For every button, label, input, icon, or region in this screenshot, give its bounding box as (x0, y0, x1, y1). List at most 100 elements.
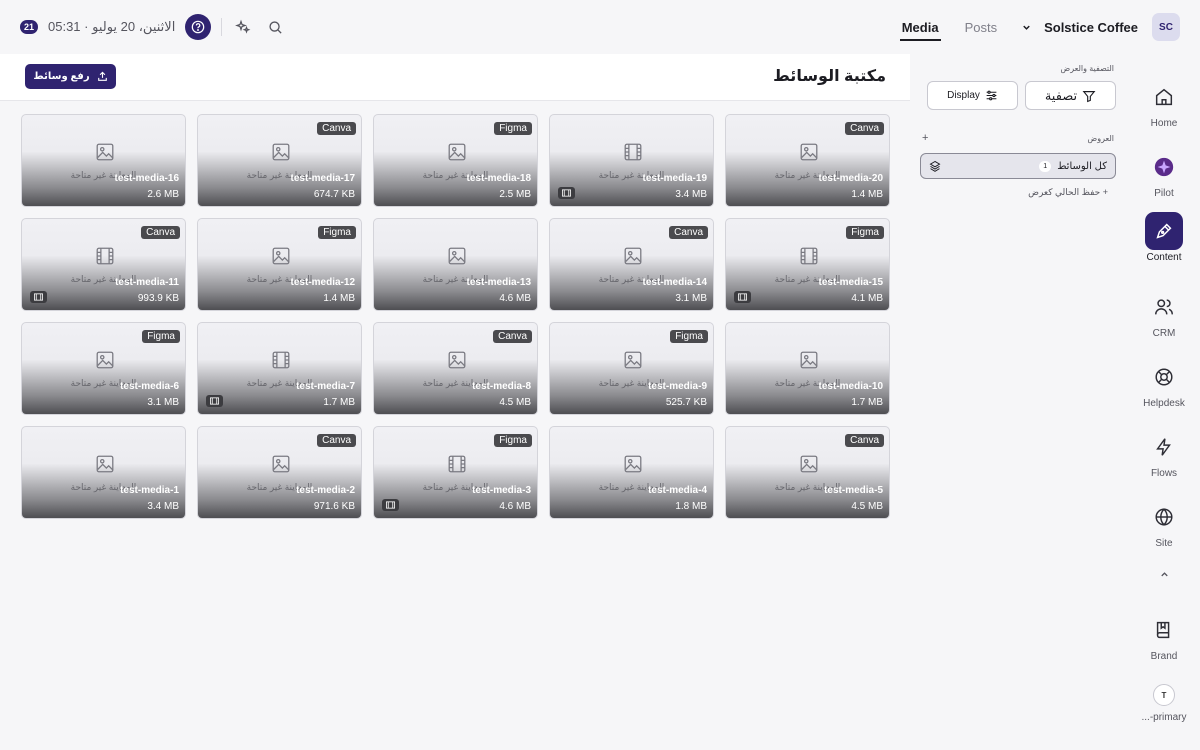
nav-collapse-toggle[interactable] (1128, 564, 1200, 584)
nav-item-flows[interactable]: Flows (1128, 428, 1200, 479)
view-count-badge: 1 (1039, 160, 1052, 172)
sliders-icon (986, 90, 997, 101)
media-card[interactable]: المعاينة غير متاحة test-media-4 1.8 MB (549, 426, 714, 519)
nav-item-pilot[interactable]: Pilot (1128, 148, 1200, 199)
source-badge: Figma (846, 226, 884, 239)
media-card[interactable]: Figma المعاينة غير متاحة test-media-15 4… (725, 218, 890, 311)
media-card[interactable]: المعاينة غير متاحة test-media-16 2.6 MB (21, 114, 186, 207)
date-time-text: الاثنين، 20 يوليو · 05:31 (48, 19, 176, 34)
media-card[interactable]: المعاينة غير متاحة test-media-13 4.6 MB (373, 218, 538, 311)
media-card[interactable]: المعاينة غير متاحة test-media-1 3.4 MB (21, 426, 186, 519)
upload-media-button[interactable]: رفع وسائط (25, 64, 116, 89)
chevron-down-icon[interactable] (1021, 22, 1032, 33)
media-card[interactable]: Figma المعاينة غير متاحة test-media-12 1… (197, 218, 362, 311)
filter-panel: التصفية والعرض تصفية Display العروض + كل… (920, 64, 1116, 198)
source-badge: Figma (318, 226, 356, 239)
media-size: 3.4 MB (147, 501, 179, 512)
source-badge: Canva (669, 226, 708, 239)
tab-media[interactable]: Media (899, 16, 941, 41)
workspace-avatar[interactable]: SC (1152, 13, 1180, 41)
video-placeholder-icon (270, 349, 292, 371)
image-placeholder-icon (270, 141, 292, 163)
home-icon (1155, 88, 1173, 106)
media-size: 971.6 KB (313, 501, 355, 512)
divider (221, 18, 223, 36)
content-icon (1156, 223, 1172, 239)
nav-item-helpdesk[interactable]: Helpdesk (1128, 358, 1200, 409)
filter-button[interactable]: تصفية (1025, 81, 1116, 110)
pilot-icon (1154, 157, 1174, 177)
view-item-all-media[interactable]: كل الوسائط 1 (920, 153, 1116, 179)
media-name: test-media-2 (296, 485, 355, 496)
media-name: test-media-16 (114, 173, 179, 184)
source-badge: Canva (845, 434, 884, 447)
media-name: test-media-6 (120, 381, 179, 392)
filter-icon (1082, 90, 1096, 102)
media-card[interactable]: Figma المعاينة غير متاحة test-media-18 2… (373, 114, 538, 207)
media-name: test-media-8 (472, 381, 531, 392)
source-badge: Canva (317, 122, 356, 135)
workspace-name[interactable]: Solstice Coffee (1044, 20, 1138, 35)
media-card[interactable]: Canva المعاينة غير متاحة test-media-2 97… (197, 426, 362, 519)
media-name: test-media-3 (472, 485, 531, 496)
image-placeholder-icon (622, 453, 644, 475)
tab-posts[interactable]: Posts (963, 16, 1000, 39)
user-label: ...-primary (1141, 712, 1187, 723)
media-card[interactable]: Canva المعاينة غير متاحة test-media-5 4.… (725, 426, 890, 519)
media-size: 3.1 MB (675, 293, 707, 304)
display-button[interactable]: Display (927, 81, 1018, 110)
image-placeholder-icon (446, 141, 468, 163)
nav-item-home[interactable]: Home (1128, 78, 1200, 129)
upload-button-label: رفع وسائط (33, 71, 90, 82)
nav-item-crm[interactable]: CRM (1128, 288, 1200, 339)
media-size: 4.1 MB (851, 293, 883, 304)
media-card[interactable]: Canva المعاينة غير متاحة test-media-14 3… (549, 218, 714, 311)
nav-item-brand[interactable]: Brand (1128, 611, 1200, 662)
media-card[interactable]: Figma المعاينة غير متاحة test-media-9 52… (549, 322, 714, 415)
image-placeholder-icon (622, 349, 644, 371)
media-card[interactable]: Figma المعاينة غير متاحة test-media-3 4.… (373, 426, 538, 519)
media-name: test-media-14 (642, 277, 707, 288)
media-card[interactable]: Canva المعاينة غير متاحة test-media-17 6… (197, 114, 362, 207)
media-size: 1.7 MB (323, 397, 355, 408)
source-badge: Canva (845, 122, 884, 135)
media-card[interactable]: المعاينة غير متاحة test-media-7 1.7 MB (197, 322, 362, 415)
media-size: 2.6 MB (147, 189, 179, 200)
nav-label: Home (1150, 118, 1178, 129)
nav-label: CRM (1152, 328, 1176, 339)
nav-item-site[interactable]: Site (1128, 498, 1200, 549)
filter-panel-title: التصفية والعرض (1060, 64, 1114, 73)
media-name: test-media-18 (466, 173, 531, 184)
media-card[interactable]: Canva المعاينة غير متاحة test-media-11 9… (21, 218, 186, 311)
add-view-button[interactable]: + (922, 132, 928, 144)
media-name: test-media-1 (120, 485, 179, 496)
globe-icon (1155, 508, 1173, 526)
media-card[interactable]: Canva المعاينة غير متاحة test-media-20 1… (725, 114, 890, 207)
view-name: كل الوسائط (1057, 160, 1107, 172)
image-placeholder-icon (270, 245, 292, 267)
image-placeholder-icon (94, 453, 116, 475)
help-button[interactable] (185, 14, 212, 40)
user-menu[interactable]: T ...-primary (1128, 684, 1200, 723)
media-card[interactable]: Canva المعاينة غير متاحة test-media-8 4.… (373, 322, 538, 415)
image-placeholder-icon (94, 349, 116, 371)
media-card[interactable]: المعاينة غير متاحة test-media-10 1.7 MB (725, 322, 890, 415)
image-placeholder-icon (94, 141, 116, 163)
source-badge: Figma (670, 330, 708, 343)
search-button[interactable] (264, 16, 286, 38)
media-name: test-media-12 (290, 277, 355, 288)
media-card[interactable]: المعاينة غير متاحة test-media-19 3.4 MB (549, 114, 714, 207)
save-current-view-link[interactable]: + حفظ الحالي كعرض (920, 187, 1116, 198)
top-bar-right: Media Posts Solstice Coffee SC (899, 13, 1180, 41)
media-size: 674.7 KB (313, 189, 355, 200)
nav-rail: Home Pilot Content CRM Helpdesk Flows Si… (1128, 70, 1200, 738)
nav-label: Helpdesk (1143, 398, 1185, 409)
ai-sparkle-button[interactable] (232, 16, 254, 38)
user-avatar: T (1153, 684, 1175, 706)
sparkle-icon (235, 19, 251, 34)
media-size: 1.8 MB (675, 501, 707, 512)
media-name: test-media-13 (466, 277, 531, 288)
media-card[interactable]: Figma المعاينة غير متاحة test-media-6 3.… (21, 322, 186, 415)
nav-item-content[interactable]: Content (1128, 212, 1200, 263)
page-title: مكتبة الوسائط (773, 68, 886, 85)
